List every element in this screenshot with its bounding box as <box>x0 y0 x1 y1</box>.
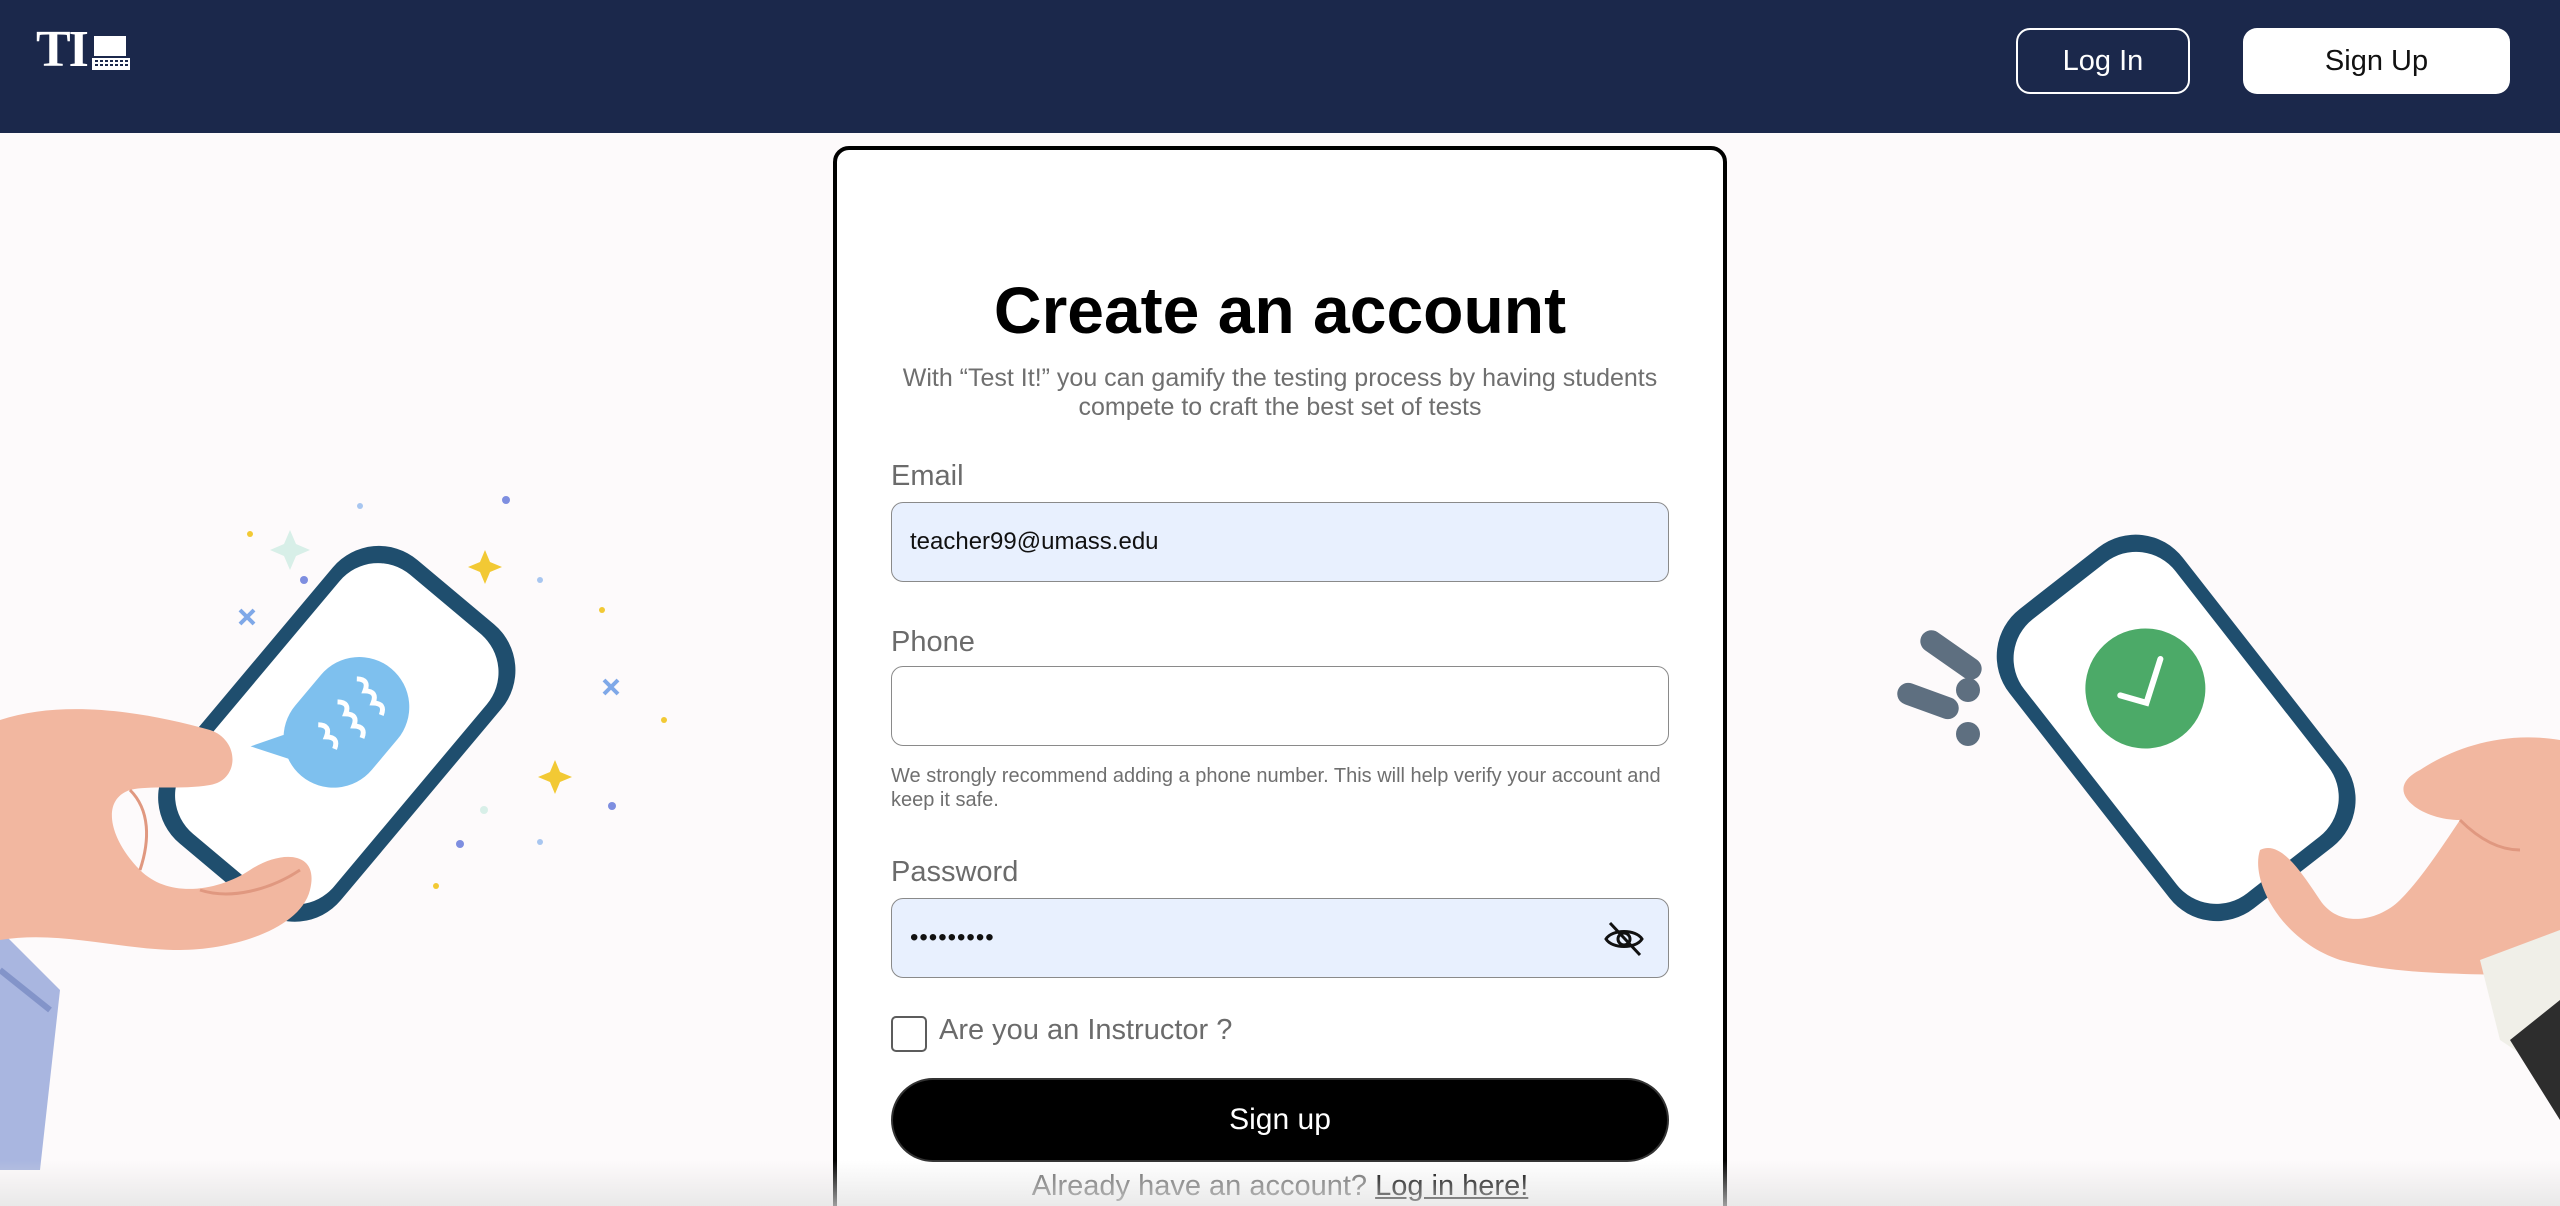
phone-label: Phone <box>891 626 975 658</box>
email-input[interactable]: teacher99@umass.edu <box>891 502 1669 582</box>
signup-card: Create an account With “Test It!” you ca… <box>833 146 1727 1206</box>
email-label: Email <box>891 460 964 492</box>
top-navbar: TI Log In Sign Up <box>0 0 2560 133</box>
email-value: teacher99@umass.edu <box>910 528 1159 555</box>
laptop-icon <box>92 36 130 70</box>
eye-slash-icon[interactable] <box>1602 917 1646 961</box>
signal-dashes-decoration <box>1897 630 1982 746</box>
phone-input[interactable] <box>891 666 1669 746</box>
signup-nav-button[interactable]: Sign Up <box>2243 28 2510 94</box>
hand-phone-check-illustration <box>1897 534 2560 1120</box>
password-value: ••••••••• <box>910 924 995 951</box>
signup-submit-button[interactable]: Sign up <box>891 1078 1669 1162</box>
logo[interactable]: TI <box>36 24 132 76</box>
signup-page: TI Log In Sign Up Create an account With… <box>0 0 2560 1206</box>
login-prompt-text: Already have an account? <box>1031 1170 1376 1202</box>
page-subtitle: With “Test It!” you can gamify the testi… <box>902 364 1658 421</box>
logo-text: TI <box>36 21 89 78</box>
password-label: Password <box>891 856 1019 888</box>
login-prompt: Already have an account? Log in here! <box>837 1170 1723 1203</box>
phone-hint: We strongly recommend adding a phone num… <box>891 765 1661 811</box>
instructor-checkbox[interactable] <box>891 1016 927 1052</box>
page-title: Create an account <box>993 273 1567 347</box>
instructor-label[interactable]: Are you an Instructor ? <box>939 1014 1232 1047</box>
hand-phone-chat-illustration <box>0 496 667 1170</box>
password-input[interactable]: ••••••••• <box>891 898 1669 978</box>
login-here-link[interactable]: Log in here! <box>1375 1170 1528 1202</box>
login-button[interactable]: Log In <box>2016 28 2190 94</box>
